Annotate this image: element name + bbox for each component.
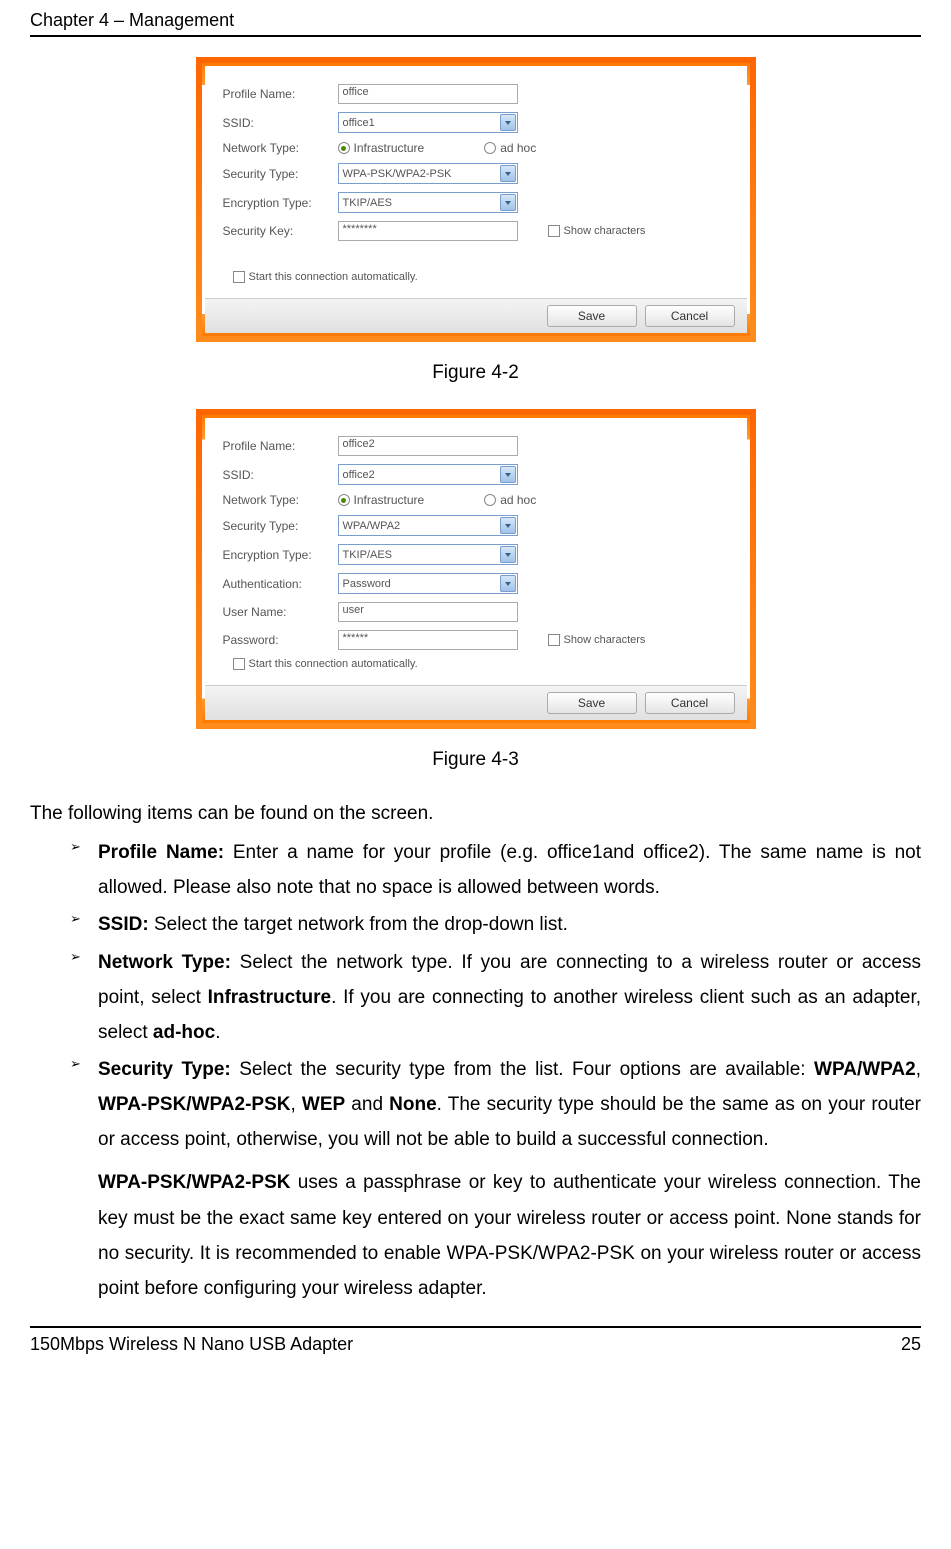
user-name-label: User Name:: [223, 605, 338, 619]
security-type-value: WPA-PSK/WPA2-PSK: [343, 168, 452, 180]
radio-infra-label: Infrastructure: [354, 493, 425, 507]
radio-icon: [484, 142, 496, 154]
figure-caption-43: Figure 4-3: [30, 749, 921, 771]
user-name-input[interactable]: user: [338, 602, 518, 622]
page-header: Chapter 4 – Management: [30, 10, 921, 37]
cancel-button[interactable]: Cancel: [645, 305, 735, 327]
encryption-type-value: TKIP/AES: [343, 197, 393, 209]
profile-name-input[interactable]: office: [338, 84, 518, 104]
authentication-value: Password: [343, 578, 391, 590]
security-type-value: WPA/WPA2: [343, 520, 401, 532]
chevron-down-icon[interactable]: [500, 546, 516, 563]
password-input[interactable]: ******: [338, 630, 518, 650]
sep: ,: [290, 1094, 301, 1115]
radio-infrastructure[interactable]: Infrastructure: [338, 493, 425, 507]
ssid-select[interactable]: office2: [338, 464, 518, 485]
sep: and: [345, 1094, 389, 1115]
chevron-down-icon[interactable]: [500, 194, 516, 211]
li-body: Select the target network from the drop-…: [154, 914, 568, 935]
figure-caption-42: Figure 4-2: [30, 362, 921, 384]
bold-text: None: [389, 1094, 437, 1115]
authentication-label: Authentication:: [223, 577, 338, 591]
radio-icon: [338, 494, 350, 506]
ssid-label: SSID:: [223, 468, 338, 482]
show-chars-label: Show characters: [564, 634, 646, 646]
sep: ,: [916, 1059, 921, 1080]
footer-product: 150Mbps Wireless N Nano USB Adapter: [30, 1334, 353, 1355]
chevron-down-icon[interactable]: [500, 165, 516, 182]
radio-infra-label: Infrastructure: [354, 141, 425, 155]
security-type-select[interactable]: WPA-PSK/WPA2-PSK: [338, 163, 518, 184]
radio-infrastructure[interactable]: Infrastructure: [338, 141, 425, 155]
li-label: Profile Name:: [98, 842, 233, 863]
list-item: Security Type: Select the security type …: [70, 1052, 921, 1157]
network-type-label: Network Type:: [223, 493, 338, 507]
radio-adhoc[interactable]: ad hoc: [484, 493, 536, 507]
security-key-label: Security Key:: [223, 224, 338, 238]
ssid-value: office2: [343, 469, 375, 481]
radio-adhoc[interactable]: ad hoc: [484, 141, 536, 155]
chevron-down-icon[interactable]: [500, 575, 516, 592]
radio-icon: [338, 142, 350, 154]
encryption-type-select[interactable]: TKIP/AES: [338, 192, 518, 213]
auto-connect-checkbox[interactable]: Start this connection automatically.: [233, 658, 418, 670]
list-item: Network Type: Select the network type. I…: [70, 945, 921, 1050]
auto-connect-label: Start this connection automatically.: [249, 271, 418, 283]
checkbox-icon: [233, 271, 245, 283]
encryption-type-label: Encryption Type:: [223, 196, 338, 210]
security-type-label: Security Type:: [223, 519, 338, 533]
profile-dialog-1: Profile Name: office SSID: office1 Netwo…: [196, 57, 756, 342]
checkbox-icon: [548, 634, 560, 646]
list-item: Profile Name: Enter a name for your prof…: [70, 835, 921, 905]
cancel-button[interactable]: Cancel: [645, 692, 735, 714]
bold-text: Infrastructure: [208, 987, 332, 1008]
bold-text: WEP: [302, 1094, 345, 1115]
bold-text: ad-hoc: [153, 1022, 215, 1043]
list-item: SSID: Select the target network from the…: [70, 907, 921, 942]
encryption-type-value: TKIP/AES: [343, 549, 393, 561]
encryption-type-label: Encryption Type:: [223, 548, 338, 562]
ssid-value: office1: [343, 117, 375, 129]
profile-name-input[interactable]: office2: [338, 436, 518, 456]
save-button[interactable]: Save: [547, 305, 637, 327]
password-label: Password:: [223, 633, 338, 647]
li-body: .: [215, 1022, 220, 1043]
li-label: Security Type:: [98, 1059, 239, 1080]
profile-dialog-2: Profile Name: office2 SSID: office2 Netw…: [196, 409, 756, 729]
profile-name-label: Profile Name:: [223, 87, 338, 101]
authentication-select[interactable]: Password: [338, 573, 518, 594]
ssid-select[interactable]: office1: [338, 112, 518, 133]
auto-connect-checkbox[interactable]: Start this connection automatically.: [233, 271, 418, 283]
encryption-type-select[interactable]: TKIP/AES: [338, 544, 518, 565]
chevron-down-icon[interactable]: [500, 114, 516, 131]
bold-text: WPA-PSK/WPA2-PSK: [98, 1094, 290, 1115]
page-number: 25: [901, 1334, 921, 1355]
bold-text: WPA-PSK/WPA2-PSK: [98, 1172, 290, 1193]
li-label: Network Type:: [98, 952, 240, 973]
show-chars-label: Show characters: [564, 225, 646, 237]
show-characters-checkbox[interactable]: Show characters: [548, 634, 646, 646]
auto-connect-label: Start this connection automatically.: [249, 658, 418, 670]
li-body: Select the security type from the list. …: [239, 1059, 814, 1080]
checkbox-icon: [548, 225, 560, 237]
network-type-label: Network Type:: [223, 141, 338, 155]
save-button[interactable]: Save: [547, 692, 637, 714]
radio-adhoc-label: ad hoc: [500, 141, 536, 155]
chevron-down-icon[interactable]: [500, 466, 516, 483]
security-type-select[interactable]: WPA/WPA2: [338, 515, 518, 536]
li-label: SSID:: [98, 914, 154, 935]
bold-text: WPA/WPA2: [814, 1059, 916, 1080]
security-type-label: Security Type:: [223, 167, 338, 181]
ssid-label: SSID:: [223, 116, 338, 130]
show-characters-checkbox[interactable]: Show characters: [548, 225, 646, 237]
intro-text: The following items can be found on the …: [30, 796, 921, 831]
security-key-input[interactable]: ********: [338, 221, 518, 241]
radio-icon: [484, 494, 496, 506]
chevron-down-icon[interactable]: [500, 517, 516, 534]
radio-adhoc-label: ad hoc: [500, 493, 536, 507]
profile-name-label: Profile Name:: [223, 439, 338, 453]
checkbox-icon: [233, 658, 245, 670]
sub-paragraph: WPA-PSK/WPA2-PSK uses a passphrase or ke…: [30, 1165, 921, 1306]
